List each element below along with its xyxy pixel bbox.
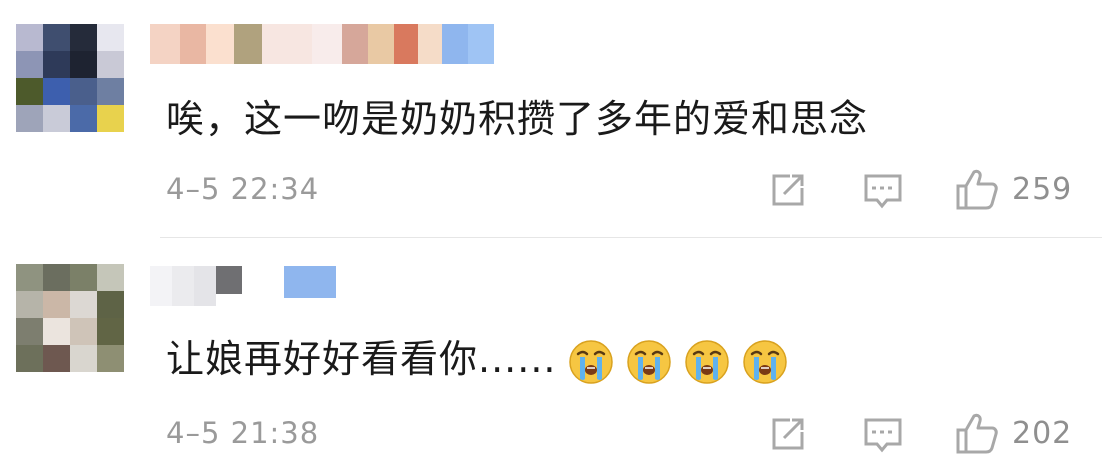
avatar-pixel [70, 291, 97, 318]
like-count: 202 [1012, 416, 1073, 451]
avatar-pixel [16, 24, 43, 51]
username-pixel [342, 24, 368, 64]
avatar-pixel [43, 78, 70, 105]
crying-face-emoji [568, 339, 614, 385]
username-pixel [172, 266, 194, 306]
avatar-pixel [70, 264, 97, 291]
share-button[interactable] [768, 170, 808, 210]
comment-text-content: 让娘再好好看看你...... [166, 337, 557, 381]
username-pixel [180, 24, 206, 64]
username-pixel [312, 24, 342, 64]
avatar-pixel [70, 51, 97, 78]
share-icon [772, 418, 804, 450]
avatar-pixel [16, 105, 43, 132]
comment-item: 唉，这一吻是奶奶积攒了多年的爱和思念 4–5 22:34 259 [0, 0, 1102, 231]
username-pixel [242, 266, 284, 306]
share-button[interactable] [768, 414, 808, 454]
username-pixel [418, 24, 442, 64]
avatar[interactable] [16, 264, 124, 372]
avatar-pixel [97, 345, 124, 372]
avatar-pixel [43, 105, 70, 132]
username-pixel [394, 24, 418, 64]
username-pixel [262, 24, 312, 64]
reply-button[interactable] [862, 170, 904, 212]
like-button[interactable] [952, 164, 1002, 214]
reply-button[interactable] [862, 414, 904, 456]
avatar-pixel [97, 291, 124, 318]
username-pixel [234, 24, 262, 64]
avatar-pixel [43, 24, 70, 51]
avatar-pixel [16, 78, 43, 105]
username-pixel [368, 24, 394, 64]
comment-timestamp: 4–5 21:38 [166, 416, 320, 450]
avatar-pixel [16, 291, 43, 318]
avatar-pixel [70, 105, 97, 132]
comment-item: 让娘再好好看看你...... 4–5 21:38 202 [0, 240, 1102, 471]
avatar-pixel [70, 318, 97, 345]
username-pixel [468, 24, 494, 64]
comment-icon [864, 418, 902, 453]
username-pixel [150, 24, 180, 64]
like-count: 259 [1012, 172, 1073, 207]
avatar-pixel [97, 78, 124, 105]
avatar-pixel [16, 51, 43, 78]
thumbs-up-icon [956, 413, 998, 454]
avatar-pixel [43, 51, 70, 78]
avatar-pixel [16, 345, 43, 372]
username-pixel [442, 24, 468, 64]
avatar-pixel [43, 345, 70, 372]
username-pixel [284, 266, 336, 298]
crying-face-emoji [684, 339, 730, 385]
share-icon [772, 174, 804, 206]
crying-face-emoji [626, 339, 672, 385]
avatar-pixel [43, 291, 70, 318]
username-pixel [216, 266, 242, 294]
comment-icon [864, 174, 902, 209]
avatar[interactable] [16, 24, 124, 132]
username-pixel [194, 266, 216, 306]
emoji-row [556, 337, 788, 384]
avatar-pixel [43, 318, 70, 345]
avatar-pixel [70, 78, 97, 105]
comment-text: 让娘再好好看看你...... [166, 328, 788, 385]
avatar-pixel [97, 264, 124, 291]
avatar-pixel [97, 105, 124, 132]
like-button[interactable] [952, 408, 1002, 458]
crying-face-emoji [742, 339, 788, 385]
comment-divider [160, 237, 1102, 238]
comment-timestamp: 4–5 22:34 [166, 172, 320, 206]
comment-text: 唉，这一吻是奶奶积攒了多年的爱和思念 [166, 97, 869, 141]
avatar-pixel [43, 264, 70, 291]
avatar-pixel [16, 318, 43, 345]
avatar-pixel [97, 51, 124, 78]
username-pixel [206, 24, 234, 64]
username-pixel [150, 266, 172, 306]
username-blurred[interactable] [150, 266, 336, 306]
avatar-pixel [70, 345, 97, 372]
thumbs-up-icon [956, 169, 998, 210]
avatar-pixel [97, 318, 124, 345]
avatar-pixel [16, 264, 43, 291]
username-blurred[interactable] [150, 24, 494, 64]
avatar-pixel [70, 24, 97, 51]
avatar-pixel [97, 24, 124, 51]
